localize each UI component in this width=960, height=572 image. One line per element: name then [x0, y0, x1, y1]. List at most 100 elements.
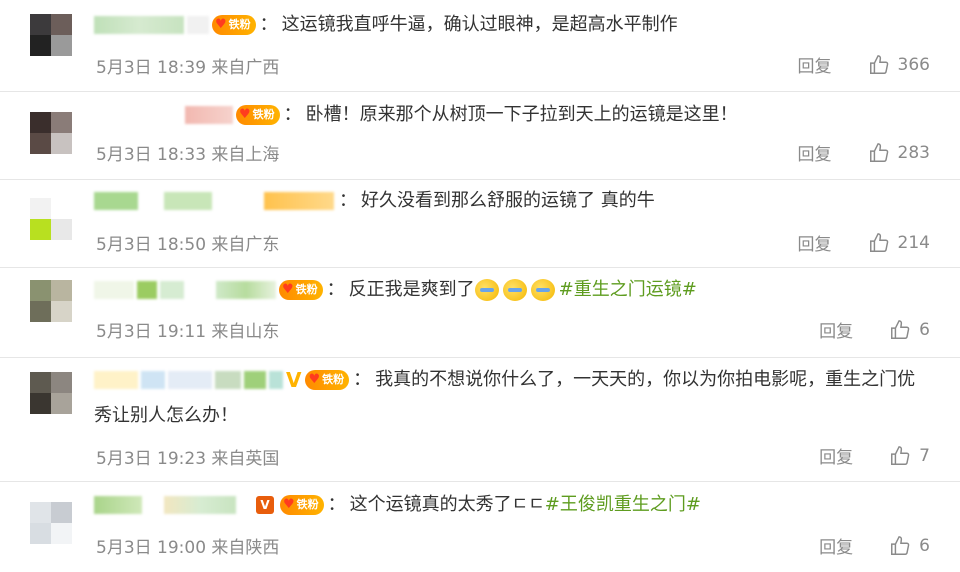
separator: ：	[353, 369, 372, 390]
comment-actions: 回复 366	[798, 52, 930, 78]
comment-text-row: 秀让别人怎么办！	[94, 403, 920, 429]
avatar[interactable]	[30, 280, 72, 322]
like-button[interactable]: 7	[889, 445, 930, 467]
like-count: 283	[897, 142, 930, 163]
grin-emoji-icon	[530, 279, 555, 301]
separator: ：	[339, 190, 357, 211]
reply-button[interactable]: 回复	[798, 230, 832, 255]
blurred-username[interactable]	[244, 371, 266, 389]
comment-item: V ♥ 铁粉 ： 我真的不想说你什么了，一天天的，你以为你拍电影呢，重生之门优 秀…	[0, 358, 960, 482]
thumbs-up-icon	[891, 535, 910, 555]
blurred-username[interactable]	[187, 281, 213, 299]
avatar[interactable]	[30, 112, 72, 154]
blurred-username[interactable]	[164, 192, 212, 210]
blurred-username[interactable]	[137, 281, 157, 299]
fan-heart-icon: ♥	[308, 372, 321, 387]
fan-badge-label: 铁粉	[296, 498, 319, 511]
comment-actions: 回复 7	[819, 443, 930, 469]
blurred-username[interactable]	[94, 16, 184, 34]
reply-button[interactable]: 回复	[819, 533, 853, 558]
fan-badge-label: 铁粉	[228, 18, 251, 31]
blurred-username[interactable]	[145, 496, 161, 514]
fan-heart-icon: ♥	[282, 282, 294, 297]
blurred-username[interactable]	[269, 371, 283, 389]
like-count: 7	[919, 445, 930, 466]
avatar[interactable]	[30, 14, 72, 56]
separator: ：	[259, 14, 278, 35]
comment-text-row: V ♥ 铁粉 ： 这个运镜真的太秀了 ㄷㄷ #王俊凯重生之门#	[94, 492, 920, 518]
comment-actions: 回复 6	[819, 533, 930, 559]
comment-item: ♥ 铁粉 ： 卧槽！原来那个从树顶一下子拉到天上的运镜是这里！ 5月3日 18:3…	[0, 92, 960, 180]
grin-emoji-icon	[474, 279, 499, 301]
blurred-username[interactable]	[94, 496, 142, 514]
fan-badge: ♥ 铁粉	[280, 495, 324, 515]
blurred-username[interactable]	[94, 106, 182, 124]
topic-link[interactable]: #王俊凯重生之门#	[545, 492, 701, 518]
like-count: 6	[919, 535, 930, 556]
blurred-username[interactable]	[94, 371, 138, 389]
fan-badge-label: 铁粉	[295, 283, 318, 296]
separator: ：	[327, 494, 346, 515]
separator: ：	[326, 279, 345, 300]
comment-text-continued: 秀让别人怎么办！	[94, 405, 238, 426]
separator: ：	[283, 104, 302, 125]
vip-v-icon: V	[286, 368, 302, 392]
comment-actions: 回复 6	[819, 317, 930, 343]
topic-link[interactable]: #重生之门运镜#	[559, 277, 697, 303]
blurred-username[interactable]	[168, 371, 212, 389]
thumbs-up-icon	[869, 54, 888, 74]
fan-badge: ♥ 铁粉	[236, 105, 280, 125]
reply-button[interactable]: 回复	[819, 317, 853, 342]
thumbs-up-icon	[869, 232, 888, 252]
comment-meta: 5月3日 19:11 来自山东	[96, 322, 280, 342]
blurred-username[interactable]	[141, 371, 165, 389]
comment-meta: 5月3日 18:50 来自广东	[96, 235, 280, 255]
avatar[interactable]	[30, 198, 72, 240]
comment-text-tail: ㄷㄷ	[511, 494, 545, 515]
thumbs-up-icon	[891, 319, 910, 339]
like-button[interactable]: 283	[868, 142, 930, 164]
like-button[interactable]: 366	[868, 54, 930, 76]
blurred-username[interactable]	[215, 192, 261, 210]
fan-badge: ♥ 铁粉	[212, 15, 256, 35]
blurred-username[interactable]	[94, 281, 134, 299]
comment-meta: 5月3日 18:33 来自上海	[96, 145, 280, 165]
comment-text: 反正我是爽到了	[348, 279, 475, 300]
comment-item: ： 好久没看到那么舒服的运镜了 真的牛 5月3日 18:50 来自广东 回复 2…	[0, 180, 960, 268]
comment-actions: 回复 214	[798, 230, 930, 256]
avatar[interactable]	[30, 502, 72, 544]
blurred-username[interactable]	[94, 192, 138, 210]
fan-badge: ♥ 铁粉	[305, 370, 350, 390]
reply-button[interactable]: 回复	[798, 52, 832, 77]
fan-heart-icon: ♥	[283, 497, 295, 512]
comment-text: 这运镜我直呼牛逼，确认过眼神，是超高水平制作	[281, 14, 678, 35]
fan-heart-icon: ♥	[239, 107, 251, 122]
blurred-username[interactable]	[160, 281, 184, 299]
blurred-username[interactable]	[215, 371, 241, 389]
blurred-username[interactable]	[216, 281, 276, 299]
blurred-username[interactable]	[187, 16, 209, 34]
comment-text: 我真的不想说你什么了，一天天的，你以为你拍电影呢，重生之门优	[375, 369, 916, 390]
like-button[interactable]: 6	[889, 319, 930, 341]
grin-emoji-icon	[502, 279, 527, 301]
like-count: 366	[897, 54, 930, 75]
comment-item: V ♥ 铁粉 ： 这个运镜真的太秀了 ㄷㄷ #王俊凯重生之门# 5月3日 19:0…	[0, 482, 960, 572]
avatar[interactable]	[30, 372, 72, 414]
like-button[interactable]: 214	[868, 232, 930, 254]
comment-text-row: ♥ 铁粉 ： 反正我是爽到了 #重生之门运镜#	[94, 277, 920, 303]
blurred-username[interactable]	[164, 496, 236, 514]
blurred-username[interactable]	[264, 192, 334, 210]
reply-button[interactable]: 回复	[819, 443, 853, 468]
comment-text-row: ♥ 铁粉 ： 卧槽！原来那个从树顶一下子拉到天上的运镜是这里！	[94, 102, 920, 128]
reply-button[interactable]: 回复	[798, 140, 832, 165]
comment-actions: 回复 283	[798, 140, 930, 166]
comment-text: 这个运镜真的太秀了	[349, 494, 512, 515]
comment-meta: 5月3日 19:00 来自陕西	[96, 538, 280, 558]
vip-v-icon: V	[256, 496, 274, 514]
blurred-username[interactable]	[141, 192, 161, 210]
fan-badge-label: 铁粉	[322, 373, 345, 386]
blurred-username[interactable]	[185, 106, 233, 124]
like-button[interactable]: 6	[889, 535, 930, 557]
blurred-username[interactable]	[239, 496, 253, 514]
thumbs-up-icon	[869, 142, 888, 162]
